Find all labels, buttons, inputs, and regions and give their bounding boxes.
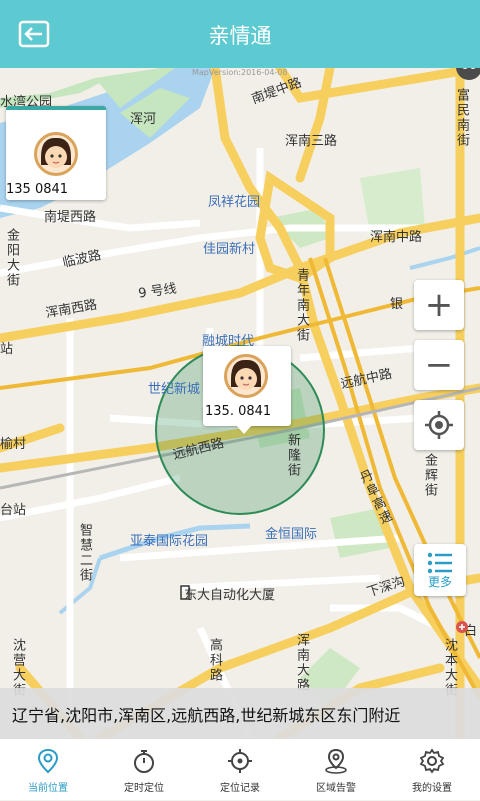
map-label: 银 — [390, 297, 404, 312]
address-bar: 辽宁省,沈阳市,浑南区,远航西路,世纪新城东区东门附近 — [0, 688, 480, 738]
page-title: 亲情通 — [208, 24, 272, 48]
tab-my-settings[interactable]: 我的设置 — [384, 739, 480, 801]
tab-label: 我的设置 — [412, 783, 452, 794]
area-alarm-icon — [325, 748, 347, 774]
stopwatch-icon — [134, 750, 154, 773]
map-label: 富民南街 — [454, 88, 469, 148]
current-address: 辽宁省,沈阳市,浑南区,远航西路,世纪新城东区东门附近 — [12, 706, 401, 725]
map-label: 金阳大街 — [4, 228, 19, 288]
device-marker[interactable]: 135 0841 — [6, 106, 106, 200]
map-label: 南堤西路 — [44, 210, 97, 225]
marker-pointer-icon — [236, 425, 252, 434]
more-button[interactable]: 更多 — [414, 544, 466, 596]
list-icon — [427, 552, 452, 574]
map-label: 世纪新城 — [148, 382, 201, 397]
tab-area-alarm[interactable]: 区域告警 — [288, 739, 384, 801]
robot-icon[interactable] — [452, 68, 480, 80]
map-label: 台站 — [0, 503, 27, 518]
map-label: 浑南大路 — [294, 633, 309, 693]
map-label: 东大自动化大厦 — [184, 588, 276, 603]
phone-number: 135 0841 — [6, 182, 69, 197]
map-label: 金恒国际 — [265, 527, 318, 542]
tab-current-location[interactable]: 当前位置 — [0, 739, 96, 801]
gear-icon — [419, 748, 445, 774]
map-view[interactable]: MapVersion:2016-04-08 水湾公园 浑河 南堤中路 浑南三路 … — [0, 68, 480, 738]
tab-timed-location[interactable]: 定时定位 — [96, 739, 192, 801]
location-pin-icon — [37, 748, 59, 774]
map-label: 榆村 — [0, 437, 27, 452]
tab-label: 当前位置 — [28, 783, 68, 794]
bottom-tab-bar: 当前位置 定时定位 定位记录 区域告警 我的设置 — [0, 738, 480, 800]
app-header: 亲情通 — [0, 0, 480, 68]
map-label: 站 — [0, 342, 14, 357]
tab-label: 区域告警 — [316, 783, 356, 794]
map-label: 佳园新村 — [203, 242, 256, 257]
map-label: 浑河 — [130, 112, 157, 127]
more-label: 更多 — [427, 575, 452, 589]
tab-location-history[interactable]: 定位记录 — [192, 739, 288, 801]
map-label: 浑南中路 — [370, 230, 423, 245]
avatar — [224, 354, 268, 398]
locate-button[interactable] — [414, 400, 464, 450]
map-label: 凤祥花园 — [208, 195, 261, 210]
map-label: 高科路 — [207, 638, 222, 683]
map-label: 新隆街 — [285, 433, 300, 478]
map-label: 亚泰国际花园 — [130, 534, 209, 549]
zoom-out-button[interactable]: − — [414, 340, 464, 390]
phone-number: 135. 0841 — [205, 404, 272, 419]
tab-label: 定时定位 — [124, 783, 164, 794]
zoom-in-button[interactable]: + — [414, 280, 464, 330]
device-marker-current[interactable]: 135. 0841 — [203, 346, 291, 426]
crosshair-icon — [228, 749, 252, 773]
locate-icon — [425, 411, 453, 439]
map-version: MapVersion:2016-04-08 — [192, 68, 288, 77]
building-icon — [180, 585, 190, 600]
map-label: 金辉街 — [422, 453, 437, 498]
tab-label: 定位记录 — [220, 783, 260, 794]
poi-icon — [456, 621, 468, 633]
map-label: 智慧二街 — [77, 523, 92, 583]
map-label: 浑南三路 — [285, 134, 338, 149]
map-label: 青年南大街 — [294, 268, 309, 343]
avatar — [34, 132, 78, 176]
